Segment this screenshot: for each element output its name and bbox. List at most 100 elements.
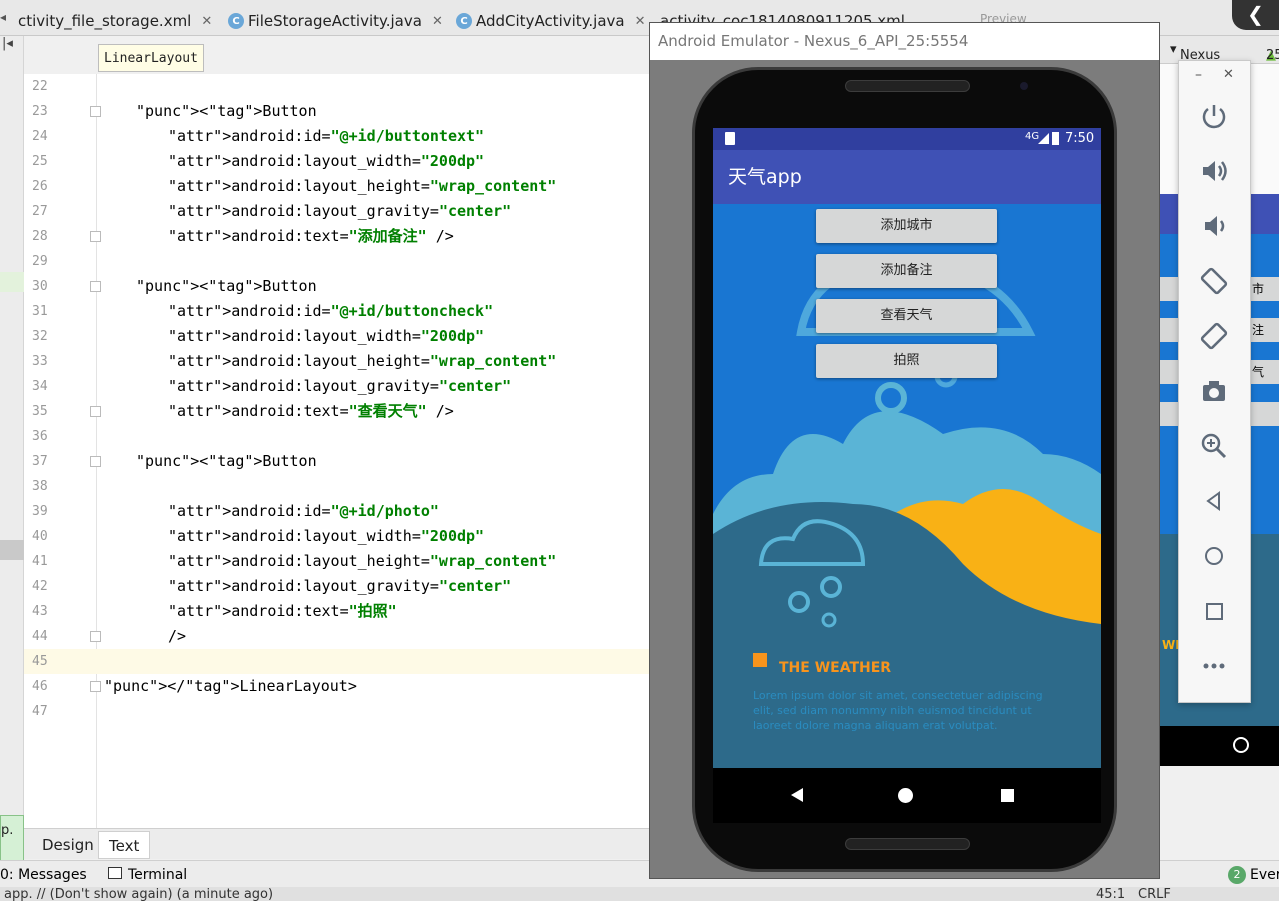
add-note-button[interactable]: 添加备注 [816,254,997,288]
editor-mode-tabs: Design Text [24,828,650,859]
code-line[interactable]: 32 "attr">android:layout_width="200dp" [24,324,650,349]
fold-marker-icon[interactable] [90,456,101,467]
code-line[interactable]: 46 "punc"></"tag">LinearLayout> [24,674,650,699]
minimize-icon[interactable]: – [1195,67,1202,83]
camera-icon[interactable] [1199,376,1229,406]
rotate-right-icon[interactable] [1199,321,1229,351]
check-weather-button[interactable]: 查看天气 [816,299,997,333]
fold-marker-icon[interactable] [90,106,101,117]
line-number: 47 [32,704,48,719]
code-text: "punc"><"tag">Button [136,277,317,295]
back-icon[interactable] [1199,486,1229,516]
breadcrumb-tooltip: LinearLayout [98,44,204,72]
android-status-bar: 4G 7:50 [713,128,1101,150]
code-line[interactable]: 38 [24,474,650,499]
code-line[interactable]: 23 "punc"><"tag">Button [24,99,650,124]
line-separator[interactable]: CRLF [1138,887,1171,901]
tab-scroll-left-icon[interactable]: ◂ [0,10,6,24]
code-line[interactable]: 35 "attr">android:text="查看天气" /> [24,399,650,424]
line-number: 28 [32,229,48,244]
line-number: 33 [32,354,48,369]
home-icon[interactable] [1199,541,1229,571]
code-line[interactable]: 27 "attr">android:layout_gravity="center" [24,199,650,224]
rotate-left-icon[interactable] [1199,266,1229,296]
code-line[interactable]: 42 "attr">android:layout_gravity="center" [24,574,650,599]
code-line[interactable]: 31 "attr">android:id="@+id/buttoncheck" [24,299,650,324]
preview-navbar [1160,726,1279,766]
photo-button[interactable]: 拍照 [816,344,997,378]
app-toolbar-title: 天气app [713,150,1101,204]
code-line[interactable]: 45 [24,649,650,674]
code-line[interactable]: 29 [24,249,650,274]
code-line[interactable]: 44 /> [24,624,650,649]
line-number: 40 [32,529,48,544]
caret-position[interactable]: 45:1 [1096,887,1125,901]
code-text: "attr">android:layout_gravity="center" [168,577,512,595]
code-text: "punc"></"tag">LinearLayout> [104,677,357,695]
code-line[interactable]: 25 "attr">android:layout_width="200dp" [24,149,650,174]
code-line[interactable]: 41 "attr">android:layout_height="wrap_con… [24,549,650,574]
close-tab-icon[interactable]: ✕ [635,14,646,29]
terminal-tool-button[interactable]: Terminal [128,867,187,883]
line-number: 46 [32,679,48,694]
tab-add-city-activity[interactable]: C AddCityActivity.java ✕ [456,8,646,34]
close-tab-icon[interactable]: ✕ [432,14,443,29]
expand-icon[interactable]: ❮ [1232,0,1279,30]
messages-tool-button[interactable]: 0: Messages [0,867,87,883]
code-line[interactable]: 40 "attr">android:layout_width="200dp" [24,524,650,549]
device-selector[interactable]: Nexus 4 ▾ [1170,42,1220,78]
emulator-control-panel: – ✕ [1178,60,1251,703]
code-line[interactable]: 47 [24,699,650,724]
tab-design[interactable]: Design [32,831,104,859]
code-line[interactable]: 37 "punc"><"tag">Button [24,449,650,474]
code-text: "attr">android:layout_gravity="center" [168,377,512,395]
code-line[interactable]: 22 [24,74,650,99]
fold-marker-icon[interactable] [90,231,101,242]
overview-icon[interactable] [1199,596,1229,626]
line-number: 31 [32,304,48,319]
code-line[interactable]: 36 [24,424,650,449]
fold-marker-icon[interactable] [90,631,101,642]
code-text: "attr">android:layout_height="wrap_conte… [168,177,557,195]
api-label: 25 [1266,48,1279,63]
emulator-title-bar[interactable]: Android Emulator - Nexus_6_API_25:5554 [650,23,1159,60]
code-line[interactable]: 39 "attr">android:id="@+id/photo" [24,499,650,524]
code-line[interactable]: 34 "attr">android:layout_gravity="center" [24,374,650,399]
line-number: 38 [32,479,48,494]
back-icon[interactable] [791,788,803,802]
earpiece-speaker [845,80,970,92]
preview-button-text: 市 [1252,282,1265,296]
event-log-button[interactable]: Ever [1250,867,1279,883]
add-city-button[interactable]: 添加城市 [816,209,997,243]
tab-file-storage-activity[interactable]: C FileStorageActivity.java ✕ [228,8,443,34]
preview-button-text: 注 [1252,323,1265,337]
close-icon[interactable]: ✕ [1223,67,1234,82]
line-number: 24 [32,129,48,144]
tab-text[interactable]: Text [98,831,151,859]
more-icon[interactable] [1199,651,1229,681]
code-line[interactable]: 24 "attr">android:id="@+id/buttontext" [24,124,650,149]
snowflake-gear-icon [875,382,907,414]
line-number: 27 [32,204,48,219]
line-number: 44 [32,629,48,644]
build-notification[interactable]: p. [0,815,24,863]
scroll-left-icon[interactable]: |◂ [2,36,13,51]
tab-activity-file-storage-xml[interactable]: ctivity_file_storage.xml ✕ [18,8,212,34]
zoom-icon[interactable] [1199,431,1229,461]
code-line[interactable]: 28 "attr">android:text="添加备注" /> [24,224,650,249]
power-icon[interactable] [1199,101,1229,131]
close-tab-icon[interactable]: ✕ [201,14,212,29]
code-line[interactable]: 33 "attr">android:layout_height="wrap_con… [24,349,650,374]
line-number: 23 [32,104,48,119]
code-line[interactable]: 26 "attr">android:layout_height="wrap_con… [24,174,650,199]
fold-marker-icon[interactable] [90,281,101,292]
code-line[interactable]: 43 "attr">android:text="拍照" [24,599,650,624]
fold-marker-icon[interactable] [90,406,101,417]
recents-icon[interactable] [1001,789,1014,802]
volume-down-icon[interactable] [1199,211,1229,241]
code-line[interactable]: 30 "punc"><"tag">Button [24,274,650,299]
home-icon[interactable] [898,788,913,803]
device-screen[interactable]: 4G 7:50 天气app 添加城市 添加备注 查看天气 拍照 THE WEAT… [713,128,1101,768]
fold-marker-icon[interactable] [90,681,101,692]
volume-up-icon[interactable] [1199,156,1229,186]
